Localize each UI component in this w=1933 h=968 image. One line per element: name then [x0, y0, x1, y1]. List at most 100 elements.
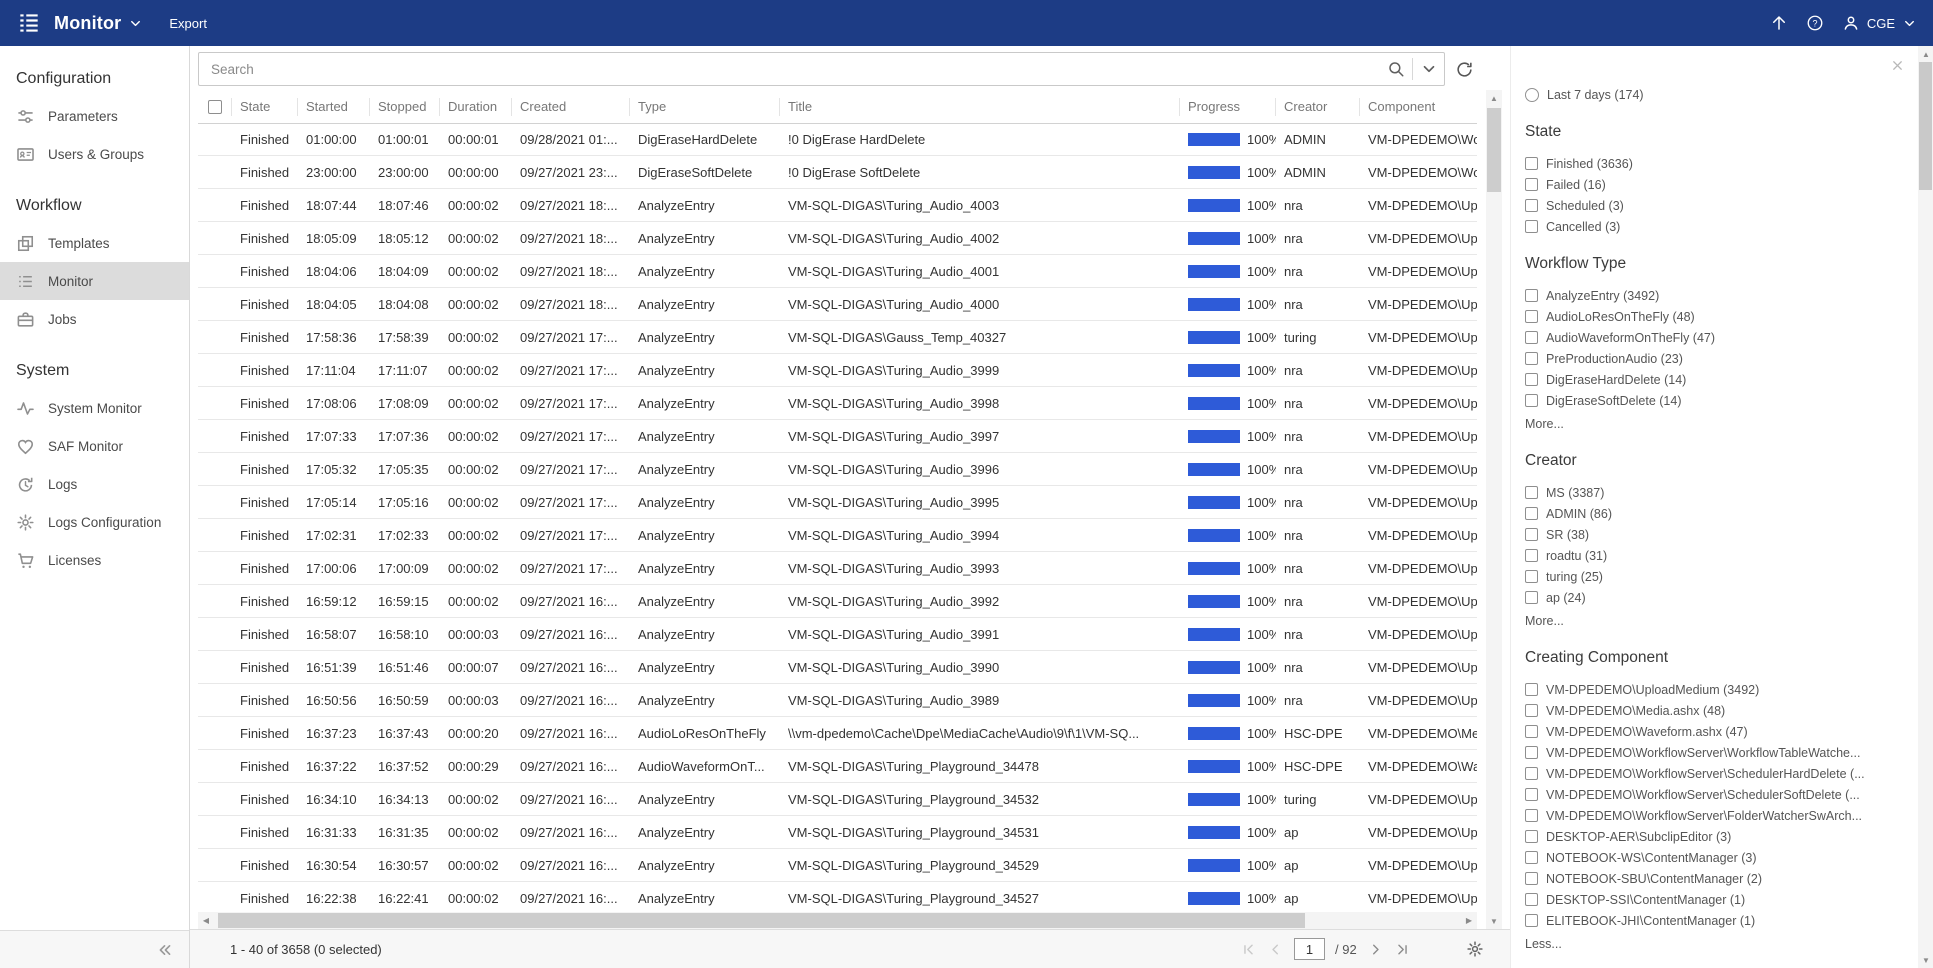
- user-menu[interactable]: CGE: [1842, 14, 1917, 32]
- filter-option[interactable]: DigEraseHardDelete (14): [1525, 369, 1893, 390]
- refresh-icon[interactable]: [1455, 60, 1474, 79]
- table-row[interactable]: Finished 17:02:31 17:02:33 00:00:02 09/2…: [198, 519, 1477, 552]
- filter-option[interactable]: roadtu (31): [1525, 545, 1893, 566]
- collapse-sidebar-icon[interactable]: [155, 940, 175, 960]
- export-menu-item[interactable]: Export: [169, 16, 207, 31]
- next-page-icon[interactable]: [1367, 941, 1384, 958]
- table-row[interactable]: Finished 17:58:36 17:58:39 00:00:02 09/2…: [198, 321, 1477, 354]
- column-header-state[interactable]: State: [232, 98, 298, 116]
- table-row[interactable]: Finished 16:50:56 16:50:59 00:00:03 09/2…: [198, 684, 1477, 717]
- filter-option[interactable]: VM-DPEDEMO\Waveform.ashx (47): [1525, 721, 1893, 742]
- scroll-down-icon[interactable]: ▼: [1486, 913, 1502, 929]
- last-page-icon[interactable]: [1394, 941, 1411, 958]
- table-row[interactable]: Finished 16:34:10 16:34:13 00:00:02 09/2…: [198, 783, 1477, 816]
- filter-option[interactable]: turing (25): [1525, 566, 1893, 587]
- filter-scroll-thumb[interactable]: [1919, 62, 1932, 190]
- column-header-title[interactable]: Title: [780, 98, 1180, 116]
- sidebar-item-jobs[interactable]: Jobs: [0, 300, 189, 338]
- scroll-left-icon[interactable]: ◀: [198, 912, 214, 929]
- filter-more-link[interactable]: More...: [1525, 610, 1893, 631]
- table-row[interactable]: Finished 17:05:32 17:05:35 00:00:02 09/2…: [198, 453, 1477, 486]
- table-row[interactable]: Finished 23:00:00 23:00:00 00:00:00 09/2…: [198, 156, 1477, 189]
- filter-option[interactable]: VM-DPEDEMO\UploadMedium (3492): [1525, 679, 1893, 700]
- filter-less-link[interactable]: Less...: [1525, 933, 1893, 954]
- search-input[interactable]: [209, 61, 1387, 78]
- filter-option[interactable]: AnalyzeEntry (3492): [1525, 285, 1893, 306]
- table-row[interactable]: Finished 18:05:09 18:05:12 00:00:02 09/2…: [198, 222, 1477, 255]
- help-icon[interactable]: [1806, 14, 1824, 32]
- first-page-icon[interactable]: [1240, 941, 1257, 958]
- table-row[interactable]: Finished 16:59:12 16:59:15 00:00:02 09/2…: [198, 585, 1477, 618]
- filter-option-last-7-days[interactable]: Last 7 days (174): [1525, 84, 1893, 105]
- vertical-scroll-thumb[interactable]: [1487, 108, 1501, 192]
- filter-option[interactable]: AudioWaveformOnTheFly (47): [1525, 327, 1893, 348]
- table-row[interactable]: Finished 17:00:06 17:00:09 00:00:02 09/2…: [198, 552, 1477, 585]
- page-input[interactable]: [1294, 938, 1325, 960]
- search-icon[interactable]: [1387, 60, 1405, 78]
- filter-option[interactable]: AudioLoResOnTheFly (48): [1525, 306, 1893, 327]
- filter-option[interactable]: NOTEBOOK-WS\ContentManager (3): [1525, 847, 1893, 868]
- horizontal-scroll-thumb[interactable]: [218, 913, 1305, 928]
- sidebar-item-logs-configuration[interactable]: Logs Configuration: [0, 503, 189, 541]
- sidebar-item-monitor[interactable]: Monitor: [0, 262, 189, 300]
- table-row[interactable]: Finished 18:04:05 18:04:08 00:00:02 09/2…: [198, 288, 1477, 321]
- sidebar-item-users-groups[interactable]: Users & Groups: [0, 135, 189, 173]
- filter-option[interactable]: ap (24): [1525, 587, 1893, 608]
- table-row[interactable]: Finished 16:37:23 16:37:43 00:00:20 09/2…: [198, 717, 1477, 750]
- column-header-created[interactable]: Created: [512, 98, 630, 116]
- sidebar-item-logs[interactable]: Logs: [0, 465, 189, 503]
- column-header-creator[interactable]: Creator: [1276, 98, 1360, 116]
- filter-option[interactable]: ELITEBOOK-JHI\ContentManager (1): [1525, 910, 1893, 931]
- filter-option[interactable]: ADMIN (86): [1525, 503, 1893, 524]
- scroll-up-icon[interactable]: ▲: [1918, 46, 1933, 62]
- filter-option[interactable]: VM-DPEDEMO\WorkflowServer\FolderWatcherS…: [1525, 805, 1893, 826]
- table-row[interactable]: Finished 16:37:22 16:37:52 00:00:29 09/2…: [198, 750, 1477, 783]
- filter-option[interactable]: DESKTOP-SSI\ContentManager (1): [1525, 889, 1893, 910]
- filter-option[interactable]: VM-DPEDEMO\WorkflowServer\SchedulerHardD…: [1525, 763, 1893, 784]
- filter-option[interactable]: VM-DPEDEMO\WorkflowServer\SchedulerSoftD…: [1525, 784, 1893, 805]
- table-row[interactable]: Finished 18:04:06 18:04:09 00:00:02 09/2…: [198, 255, 1477, 288]
- table-row[interactable]: Finished 16:51:39 16:51:46 00:00:07 09/2…: [198, 651, 1477, 684]
- column-header-duration[interactable]: Duration: [440, 98, 512, 116]
- sidebar-item-licenses[interactable]: Licenses: [0, 541, 189, 579]
- arrow-up-icon[interactable]: [1770, 14, 1788, 32]
- column-header-started[interactable]: Started: [298, 98, 370, 116]
- table-row[interactable]: Finished 17:08:06 17:08:09 00:00:02 09/2…: [198, 387, 1477, 420]
- column-header-progress[interactable]: Progress: [1180, 98, 1276, 116]
- table-row[interactable]: Finished 17:11:04 17:11:07 00:00:02 09/2…: [198, 354, 1477, 387]
- table-row[interactable]: Finished 16:30:54 16:30:57 00:00:02 09/2…: [198, 849, 1477, 882]
- table-row[interactable]: Finished 01:00:00 01:00:01 00:00:01 09/2…: [198, 123, 1477, 156]
- sidebar-item-templates[interactable]: Templates: [0, 224, 189, 262]
- scroll-right-icon[interactable]: ▶: [1461, 912, 1477, 929]
- filter-option[interactable]: DESKTOP-AER\SubclipEditor (3): [1525, 826, 1893, 847]
- filter-option[interactable]: MS (3387): [1525, 482, 1893, 503]
- scroll-up-icon[interactable]: ▲: [1486, 90, 1502, 106]
- filter-option[interactable]: Failed (16): [1525, 174, 1893, 195]
- column-header-component[interactable]: Component: [1360, 98, 1477, 116]
- filter-option[interactable]: VM-DPEDEMO\WorkflowServer\WorkflowTableW…: [1525, 742, 1893, 763]
- sidebar-item-saf-monitor[interactable]: SAF Monitor: [0, 427, 189, 465]
- filter-panel-scrollbar[interactable]: ▲ ▼: [1918, 46, 1933, 968]
- sidebar-item-system-monitor[interactable]: System Monitor: [0, 389, 189, 427]
- filter-option[interactable]: Finished (3636): [1525, 153, 1893, 174]
- column-header-type[interactable]: Type: [630, 98, 780, 116]
- settings-gear-icon[interactable]: [1466, 940, 1484, 958]
- select-all-checkbox[interactable]: [208, 100, 222, 114]
- search-options-chevron-icon[interactable]: [1420, 60, 1438, 78]
- table-row[interactable]: Finished 17:07:33 17:07:36 00:00:02 09/2…: [198, 420, 1477, 453]
- table-row[interactable]: Finished 17:05:14 17:05:16 00:00:02 09/2…: [198, 486, 1477, 519]
- table-row[interactable]: Finished 18:07:44 18:07:46 00:00:02 09/2…: [198, 189, 1477, 222]
- table-row[interactable]: Finished 16:58:07 16:58:10 00:00:03 09/2…: [198, 618, 1477, 651]
- filter-option[interactable]: DigEraseSoftDelete (14): [1525, 390, 1893, 411]
- filter-option[interactable]: PreProductionAudio (23): [1525, 348, 1893, 369]
- filter-option[interactable]: NOTEBOOK-SBU\ContentManager (2): [1525, 868, 1893, 889]
- filter-option[interactable]: Cancelled (3): [1525, 216, 1893, 237]
- table-vertical-scrollbar[interactable]: ▲ ▼: [1486, 90, 1502, 929]
- filter-option[interactable]: SR (38): [1525, 524, 1893, 545]
- sidebar-item-parameters[interactable]: Parameters: [0, 97, 189, 135]
- app-title-menu[interactable]: Monitor: [54, 13, 143, 34]
- previous-page-icon[interactable]: [1267, 941, 1284, 958]
- column-header-stopped[interactable]: Stopped: [370, 98, 440, 116]
- table-row[interactable]: Finished 16:31:33 16:31:35 00:00:02 09/2…: [198, 816, 1477, 849]
- filter-option[interactable]: Scheduled (3): [1525, 195, 1893, 216]
